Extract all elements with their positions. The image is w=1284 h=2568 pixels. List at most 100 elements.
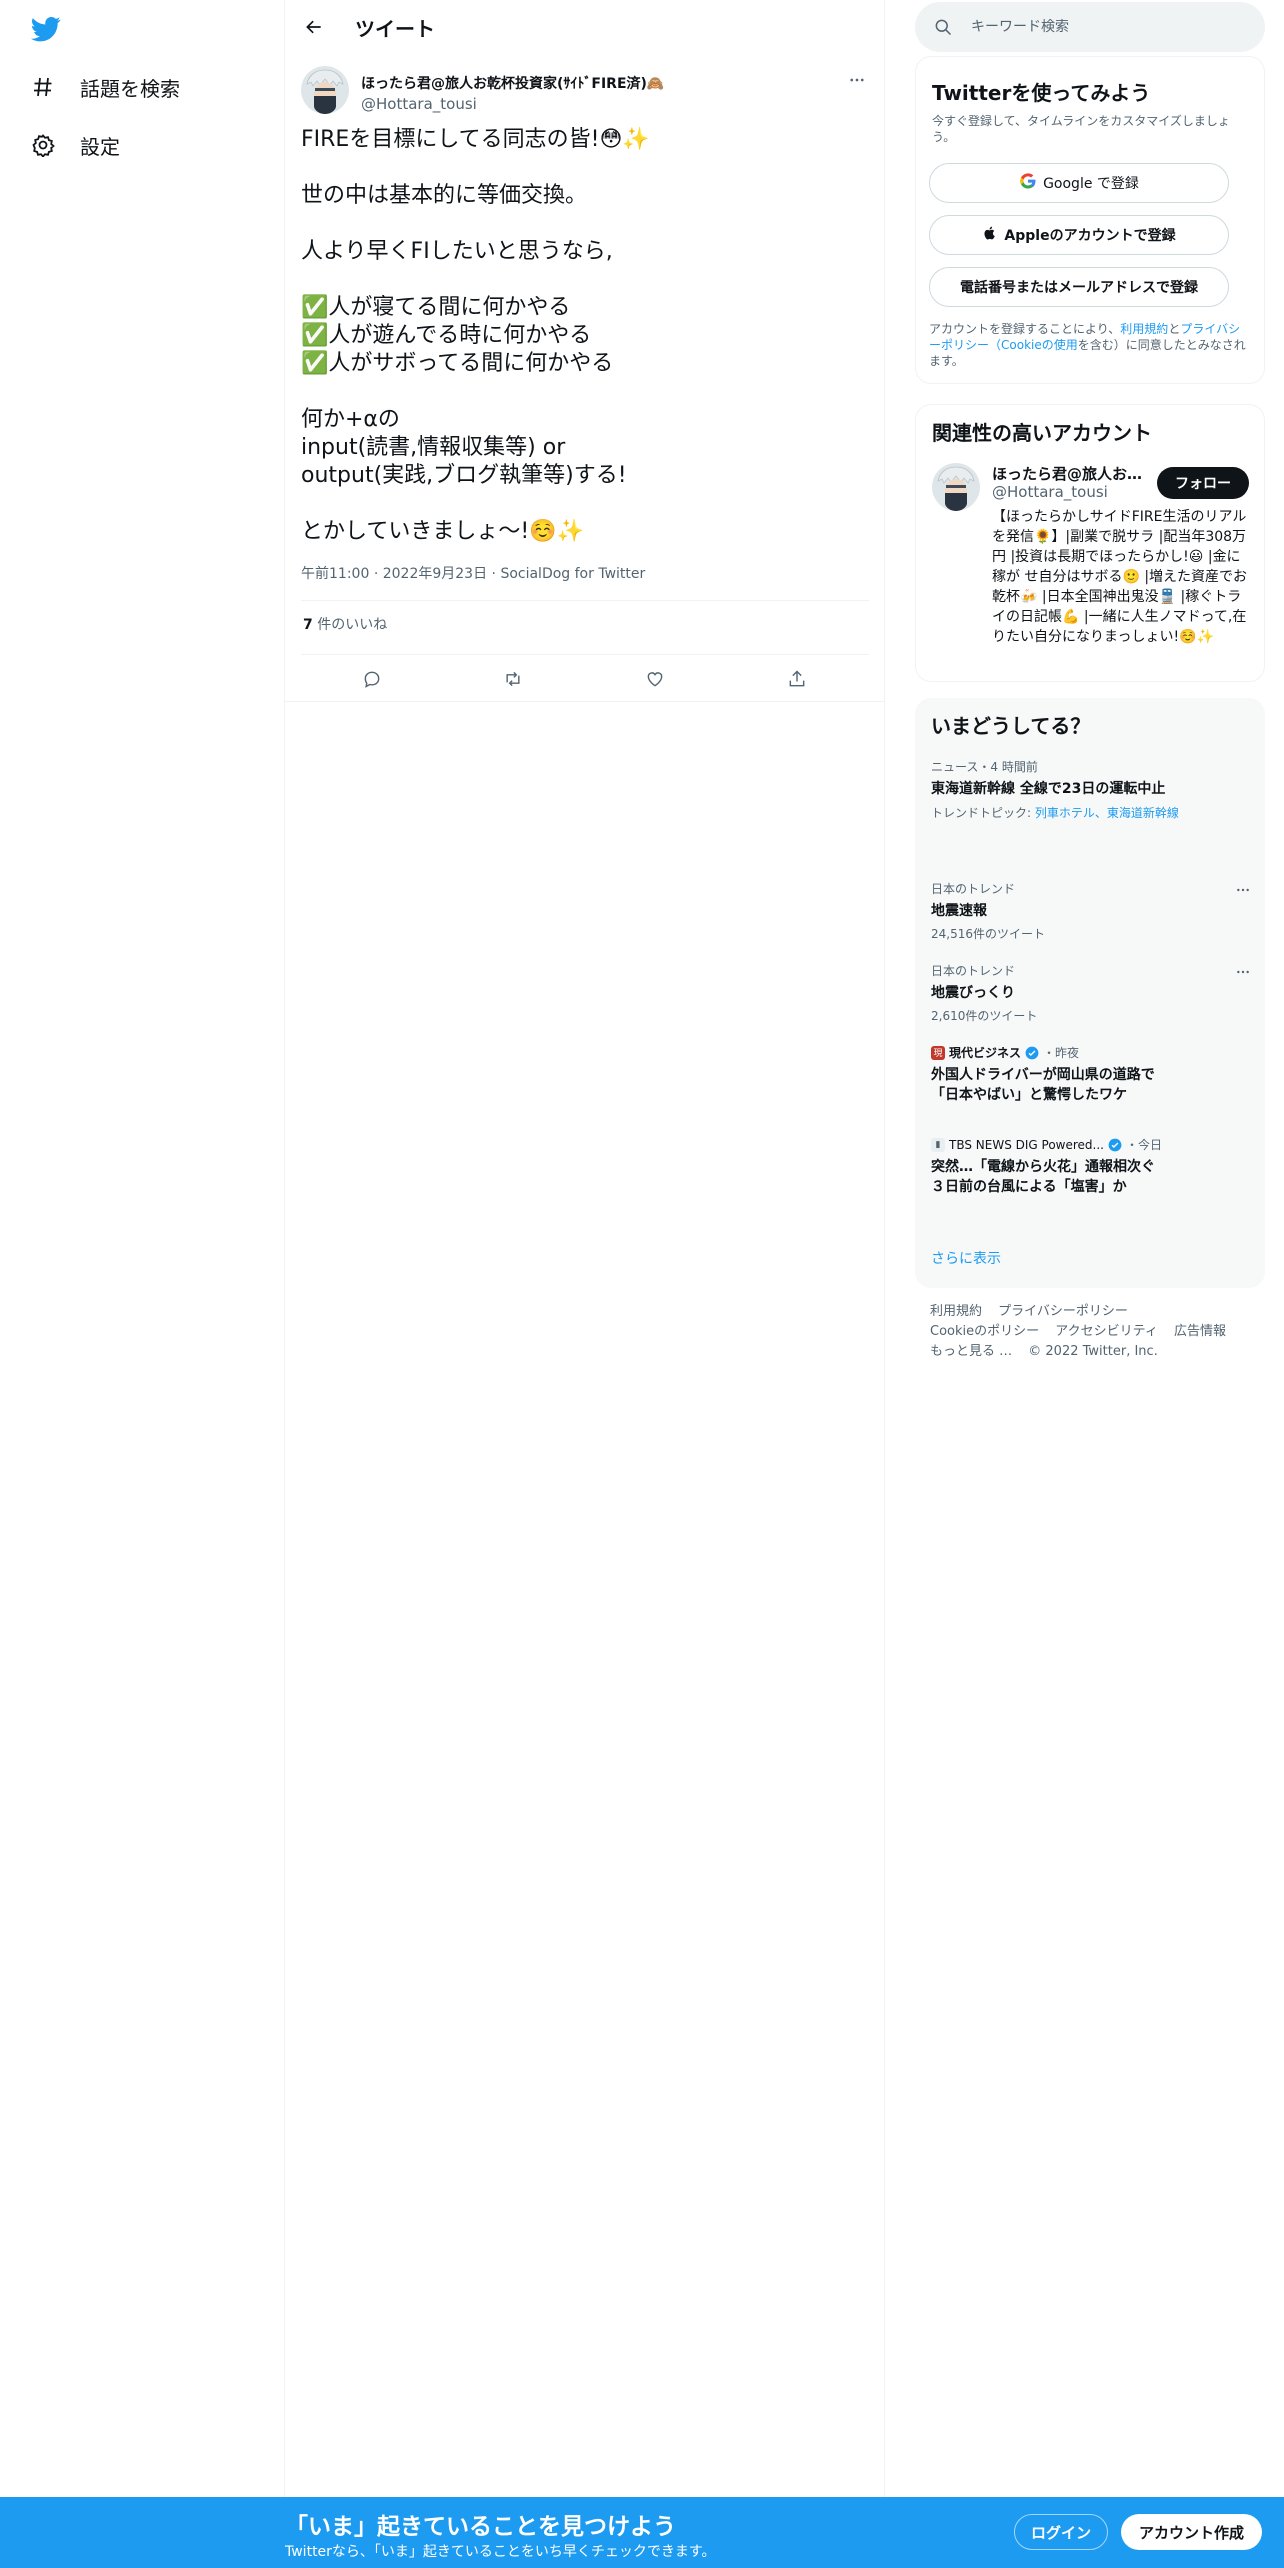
tweet-source[interactable]: SocialDog for Twitter [500,566,645,582]
news-time: ・昨夜 [1043,1046,1080,1060]
trend-title: 地震速報 [931,903,987,919]
trend-count: 24,516件のツイート [931,927,1045,941]
news-time: ・今日 [1126,1138,1163,1152]
terms-text: と [1168,322,1181,336]
banner-subtitle: Twitterなら、「いま」起きていることをいち早くチェックできます。 [285,2544,716,2560]
trend-item[interactable]: 日本のトレンド 地震びっくり 2,610件のツイート [931,962,1251,1024]
tweet-author[interactable]: ほったら君@旅人お乾杯投資家(ｻｲﾄﾞFIRE済)🙈 @Hottara_tous… [301,66,664,114]
twitter-logo-icon[interactable] [30,14,66,44]
apple-signup-button[interactable]: Appleのアカウントで登録 [929,215,1229,255]
author-name[interactable]: ほったら君@旅人お乾杯投資家(ｻｲﾄﾞFIRE済)🙈 [361,73,664,93]
divider [301,654,869,655]
nav-explore[interactable]: 話題を検索 [30,67,180,107]
trend-item[interactable]: ニュース・4 時間前 東海道新幹線 全線で23日の運転中止 トレンドトピック: … [931,758,1251,821]
trend-title: 地震びっくり [931,985,1015,1001]
more-options-icon[interactable] [1235,882,1251,902]
trend-meta: ▮ TBS NEWS DIG Powered... ・今日 [931,1136,1251,1153]
phone-email-signup-button[interactable]: 電話番号またはメールアドレスで登録 [929,267,1229,307]
tweet-time[interactable]: 午前11:00 [301,566,369,582]
footer-link[interactable]: プライバシーポリシー [998,1302,1128,1322]
trend-topic: トレンドトピック: 列車ホテル、東海道新幹線 [931,805,1251,821]
signup-title: Twitterを使ってみよう [932,81,1151,105]
related-name[interactable]: ほったら君@旅人お乾杯投資家(ｻｲﾄﾞFIRE済) [992,463,1152,484]
terms-text: アカウントを登録することにより、 [929,322,1121,336]
likes-number: 7 [303,617,313,633]
left-sidebar: 話題を検索 設定 [0,0,285,2497]
trend-meta: 日本のトレンド [931,964,1016,978]
footer-link[interactable]: 広告情報 [1174,1322,1226,1342]
create-account-button[interactable]: アカウント作成 [1121,2514,1262,2550]
hashtag-icon [30,74,56,100]
gear-icon [30,132,56,158]
footer-links: 利用規約 プライバシーポリシー Cookieのポリシー アクセシビリティ 広告情… [930,1302,1260,1362]
tweet-header: ツイート [285,0,885,54]
trend-topic-links[interactable]: 列車ホテル、東海道新幹線 [1035,806,1179,820]
right-sidebar: Twitterを使ってみよう 今すぐ登録して、タイムラインをカスタマイズしましょ… [885,0,1284,2497]
trend-item[interactable]: 現 現代ビジネス ・昨夜 外国人ドライバーが岡山県の道路で「日本やばい」と驚愕し… [931,1044,1251,1105]
verified-badge-icon [1025,1046,1039,1060]
show-more-link[interactable]: さらに表示 [931,1248,1001,1268]
author-handle[interactable]: @Hottara_tousi [361,95,664,113]
footer-link[interactable]: Cookieのポリシー [930,1322,1039,1342]
trend-item[interactable]: 日本のトレンド 地震速報 24,516件のツイート [931,880,1251,942]
trend-count: 2,610件のツイート [931,1009,1038,1023]
related-bio: 【ほったらかしサイドFIRE生活のリアルを発信🌻】|副業で脱サラ |配当年308… [992,509,1248,645]
google-signup-label: Google で登録 [1043,176,1139,192]
share-icon[interactable] [782,664,812,694]
apple-signup-label: Appleのアカウントで登録 [1004,228,1176,244]
nav-explore-label: 話題を検索 [80,76,180,101]
trend-title: 外国人ドライバーが岡山県の道路で「日本やばい」と驚愕したワケ [931,1067,1155,1103]
nav-settings[interactable]: 設定 [30,125,120,165]
banner-title: 「いま」起きていることを見つけよう [285,2514,676,2540]
tweet-actions [285,658,885,700]
reply-icon[interactable] [357,664,387,694]
terms-of-service-link[interactable]: 利用規約 [1120,322,1168,336]
trend-item[interactable]: ▮ TBS NEWS DIG Powered... ・今日 突然…「電線から火花… [931,1136,1251,1197]
author-avatar[interactable] [301,66,349,114]
page-title: ツイート [355,16,435,41]
bottom-banner: 「いま」起きていることを見つけよう Twitterなら、「いま」起きていることを… [0,2497,1284,2568]
signup-terms: アカウントを登録することにより、利用規約とプライバシーポリシー（Cookieの使… [929,321,1251,369]
trend-meta: 現 現代ビジネス ・昨夜 [931,1044,1251,1061]
trends-card: いまどうしてる？ ニュース・4 時間前 東海道新幹線 全線で23日の運転中止 ト… [915,698,1265,1288]
tweet-text: FIREを目標にしてる同志の皆!😳✨ 世の中は基本的に等価交換。 人より早くFI… [301,127,650,544]
nav-settings-label: 設定 [80,134,120,159]
related-handle[interactable]: @Hottara_tousi [992,483,1108,501]
search-box[interactable] [915,2,1265,52]
news-source-icon: ▮ [931,1137,945,1152]
like-heart-icon[interactable] [640,664,670,694]
trend-title: 東海道新幹線 全線で23日の運転中止 [931,781,1166,797]
footer-more-link[interactable]: もっと見る … [930,1342,1012,1362]
copyright: © 2022 Twitter, Inc. [1028,1344,1158,1359]
phone-email-signup-label: 電話番号またはメールアドレスで登録 [960,280,1198,296]
google-icon [1019,172,1037,194]
tweet-date[interactable]: 2022年9月23日 [383,566,487,582]
signup-card: Twitterを使ってみよう 今すぐ登録して、タイムラインをカスタマイズしましょ… [915,56,1265,384]
news-source: 現代ビジネス [949,1046,1022,1060]
news-source: TBS NEWS DIG Powered... [949,1137,1104,1152]
search-icon [933,17,953,37]
trend-meta: 日本のトレンド [931,882,1016,896]
trend-title: 突然…「電線から火花」通報相次ぐ ３日前の台風による「塩害」か [931,1159,1169,1195]
retweet-icon[interactable] [498,664,528,694]
trend-topic-label: トレンドトピック: [931,806,1035,820]
trends-title: いまどうしてる？ [931,714,1091,738]
footer-link[interactable]: 利用規約 [930,1302,982,1322]
login-button[interactable]: ログイン [1014,2514,1108,2550]
trend-meta: ニュース・4 時間前 [931,760,1038,774]
more-options-icon[interactable] [845,68,869,92]
related-accounts-card: 関連性の高いアカウント ほったら君@旅人お乾杯投資家(ｻｲﾄﾞFIRE済) @H… [915,404,1265,682]
footer-link[interactable]: アクセシビリティ [1055,1322,1158,1342]
back-arrow-icon[interactable] [297,10,331,44]
google-signup-button[interactable]: Google で登録 [929,163,1229,203]
tweet-timestamp: 午前11:00 · 2022年9月23日 · SocialDog for Twi… [301,563,645,583]
news-source-icon: 現 [931,1045,945,1060]
search-input[interactable] [971,19,1241,35]
main-column: ツイート ほったら君@旅人お乾杯投資家(ｻｲﾄﾞFIRE済)🙈 @Hottara… [285,0,885,2497]
related-avatar[interactable] [932,463,980,511]
more-options-icon[interactable] [1235,964,1251,984]
verified-badge-icon [1108,1138,1122,1152]
follow-button[interactable]: フォロー [1157,467,1249,499]
app-root: 話題を検索 設定 ツイート ほったら君@旅人お乾杯投資家(ｻｲﾄﾞFIRE済)🙈… [0,0,1284,2568]
likes-count[interactable]: 7 件のいいね [303,614,387,634]
